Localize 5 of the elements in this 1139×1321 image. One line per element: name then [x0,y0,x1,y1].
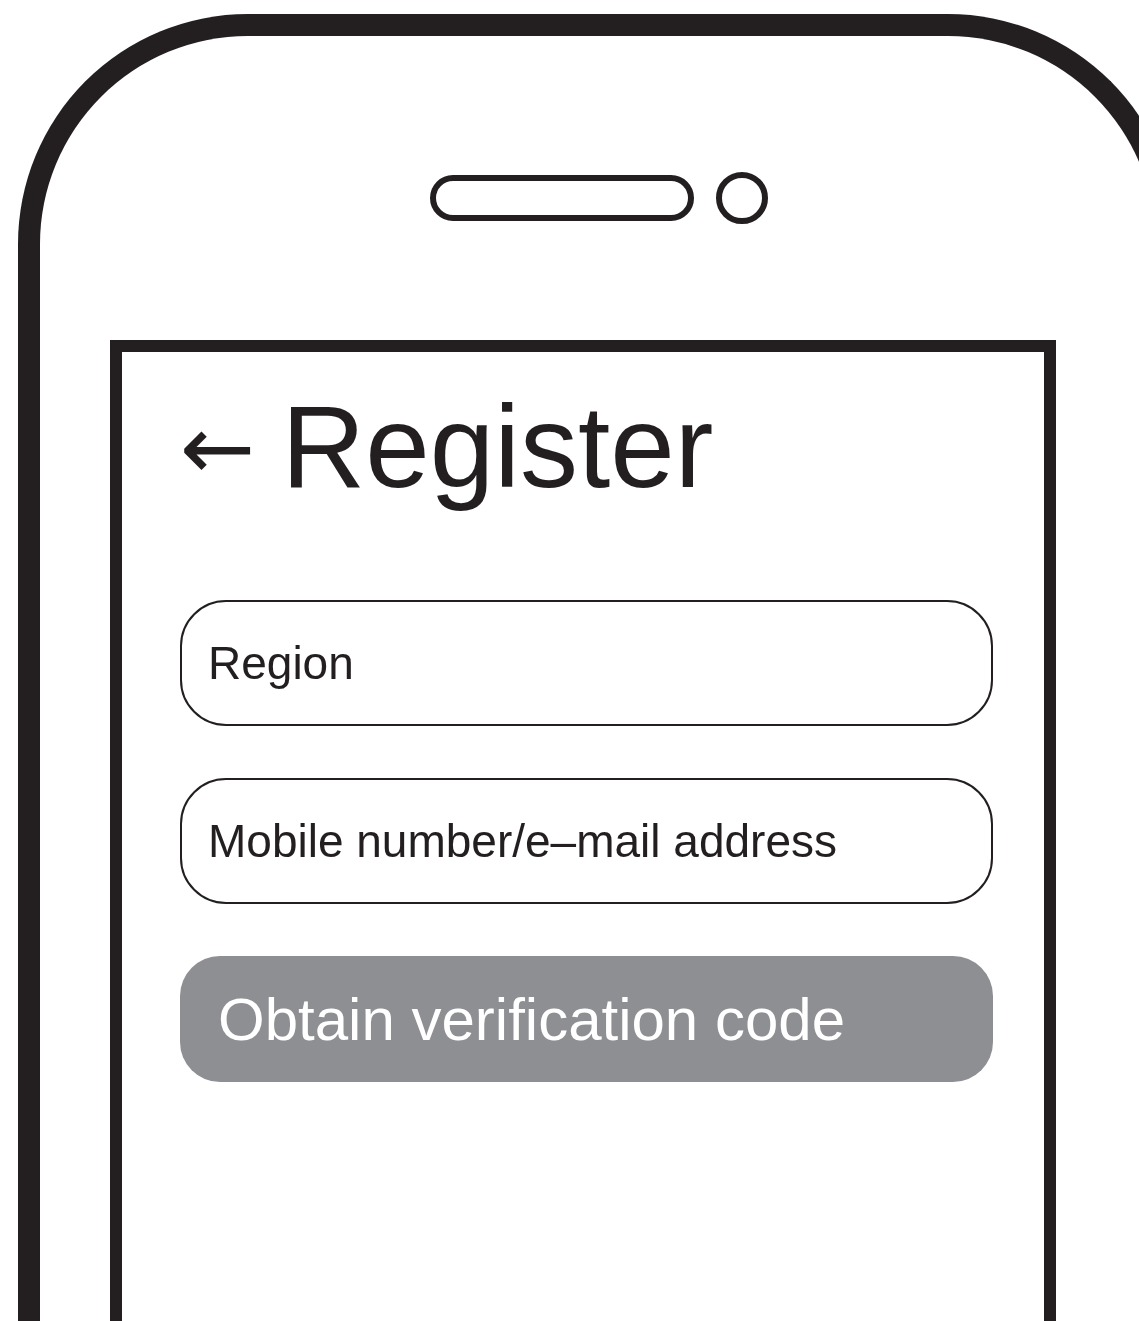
page-title: Register [281,381,714,515]
input-field[interactable]: Mobile number/e–mail address [180,778,993,904]
input-field[interactable]: Region [180,600,993,726]
front-camera [716,172,768,224]
back-button[interactable]: ← [180,403,256,493]
